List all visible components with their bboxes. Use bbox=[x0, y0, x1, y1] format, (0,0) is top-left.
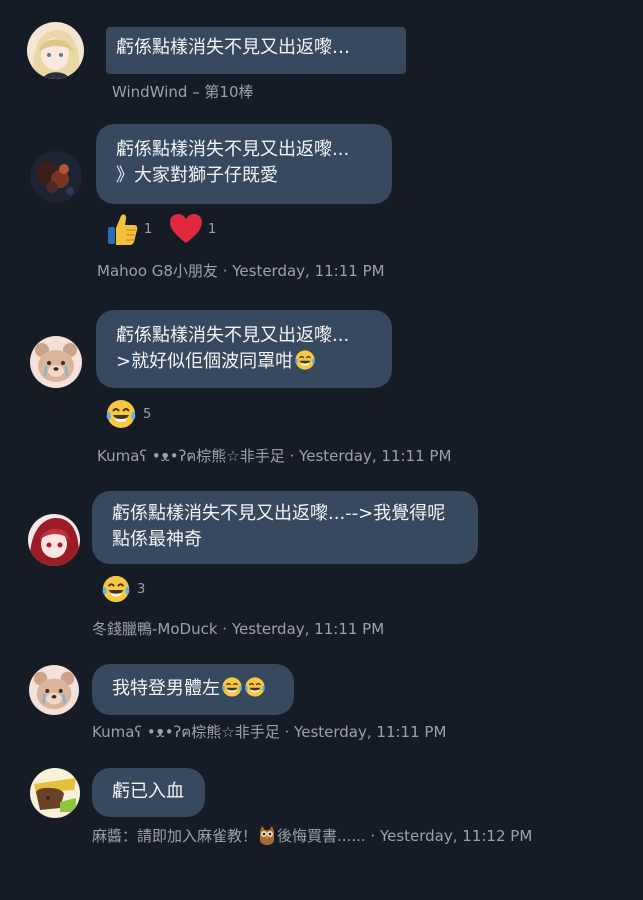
message-text-line: 虧係點樣消失不見又出返嚟...-->我覺得呢 bbox=[112, 503, 446, 524]
message-meta: Mahoo G8小朋友 · Yesterday, 11:11 PM bbox=[97, 262, 385, 280]
laughing-tears-icon bbox=[295, 350, 315, 370]
reaction-laughing-tears[interactable]: 3 bbox=[101, 574, 145, 604]
laughing-tears-icon bbox=[245, 677, 265, 697]
meta-signature: 麻醬：請即加入麻雀教！ bbox=[92, 827, 258, 845]
message-text-line: 我特登男體左 bbox=[112, 676, 274, 702]
message-text: 虧係點樣消失不見又出返嚟… bbox=[116, 37, 350, 58]
message-text-line: 虧係點樣消失不見又出返嚟... bbox=[116, 325, 350, 346]
message-text-line: >就好似佢個波同罩咁 bbox=[116, 349, 372, 375]
bear-avatar-icon bbox=[30, 336, 82, 388]
laughing-tears-icon bbox=[102, 575, 130, 603]
avatar[interactable] bbox=[29, 665, 79, 715]
message-bubble[interactable]: 虧係點樣消失不見又出返嚟... >就好似佢個波同罩咁 bbox=[96, 310, 392, 388]
anime-girl-avatar-icon bbox=[27, 22, 84, 79]
message-meta: Kumaʕ •ᴥ•ʔฅ棕熊☆非手足 · Yesterday, 11:11 PM bbox=[97, 447, 452, 465]
message-bubble[interactable]: 虧係點樣消失不見又出返嚟... 》大家對獅子仔既愛 bbox=[96, 124, 392, 204]
message-meta: Kumaʕ •ᴥ•ʔฅ棕熊☆非手足 · Yesterday, 11:11 PM bbox=[92, 723, 447, 741]
cartoon-avatar-icon bbox=[30, 768, 80, 818]
bear-avatar-icon bbox=[29, 665, 79, 715]
red-hair-anime-avatar-icon bbox=[28, 514, 80, 566]
message-text-line: 點係最神奇 bbox=[112, 529, 202, 550]
chat-thread: 虧係點樣消失不見又出返嚟… WindWind – 第10棒 虧係點樣消失不見又出… bbox=[0, 0, 643, 900]
message-meta: 冬錢臘鴨-MoDuck · Yesterday, 11:11 PM bbox=[92, 620, 385, 638]
reaction-count: 1 bbox=[144, 221, 153, 237]
message-text-line: 虧係點樣消失不見又出返嚟... bbox=[116, 139, 350, 160]
message-text-line: 》大家對獅子仔既愛 bbox=[116, 165, 278, 186]
heart-icon bbox=[170, 214, 202, 243]
avatar[interactable] bbox=[30, 768, 80, 818]
thumbs-up-icon bbox=[108, 214, 138, 245]
dark-photo-avatar-icon bbox=[30, 151, 82, 203]
avatar[interactable] bbox=[30, 151, 82, 203]
reaction-count: 5 bbox=[143, 406, 152, 422]
laughing-tears-icon bbox=[106, 400, 136, 428]
avatar[interactable] bbox=[27, 22, 84, 79]
message-bubble[interactable]: 虧係點樣消失不見又出返嚟… bbox=[106, 27, 406, 74]
message-text-line: 虧已入血 bbox=[112, 781, 184, 802]
message-bubble[interactable]: 虧係點樣消失不見又出返嚟...-->我覺得呢 點係最神奇 bbox=[92, 491, 478, 564]
message-meta: WindWind – 第10棒 bbox=[112, 83, 254, 101]
reaction-thumbs-up[interactable]: 1 bbox=[106, 212, 152, 246]
reaction-count: 3 bbox=[137, 581, 146, 597]
reaction-laughing-tears[interactable]: 5 bbox=[105, 398, 151, 430]
message-bubble[interactable]: 虧已入血 bbox=[92, 768, 205, 817]
owl-icon bbox=[260, 826, 275, 845]
avatar[interactable] bbox=[30, 336, 82, 388]
message-bubble[interactable]: 我特登男體左 bbox=[92, 664, 294, 715]
reaction-heart[interactable]: 1 bbox=[170, 214, 216, 244]
reaction-count: 1 bbox=[208, 221, 217, 237]
laughing-tears-icon bbox=[222, 677, 242, 697]
message-meta: 麻醬：請即加入麻雀教！ 後悔買書...... · Yesterday, 11:12… bbox=[92, 825, 532, 845]
meta-timestamp: 後悔買書...... · Yesterday, 11:12 PM bbox=[277, 827, 533, 845]
avatar[interactable] bbox=[28, 514, 80, 566]
